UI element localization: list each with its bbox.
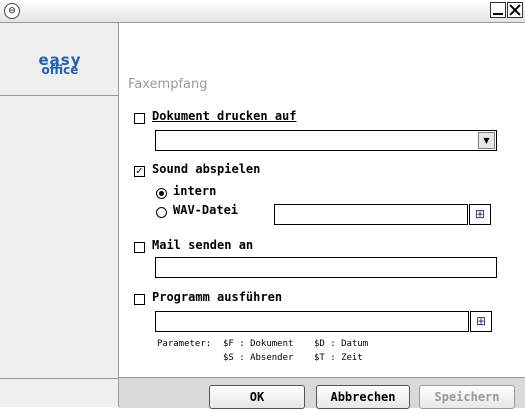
minimize-icon[interactable]	[490, 2, 506, 18]
radio-intern[interactable]	[156, 188, 167, 199]
cancel-button[interactable]: Abbrechen	[316, 385, 410, 409]
wav-file-input[interactable]	[274, 204, 468, 225]
sound-checkbox[interactable]: ✓	[134, 166, 145, 177]
browse-tree-icon: ⊞	[474, 207, 486, 221]
radio-wav[interactable]	[156, 207, 167, 218]
param-t: $T : Zeit	[314, 353, 363, 363]
sound-label: Sound abspielen	[152, 162, 261, 176]
save-button[interactable]: Speichern	[419, 385, 515, 409]
close-icon[interactable]	[507, 2, 523, 18]
program-label: Programm ausführen	[152, 290, 283, 304]
mail-checkbox[interactable]	[134, 242, 145, 253]
main-panel: Faxempfang Dokument drucken auf ▼ ✓ Soun…	[119, 23, 525, 407]
param-f: $F : Dokument	[223, 339, 294, 349]
ok-button[interactable]: OK	[209, 385, 305, 409]
easy-office-logo: easy office	[30, 53, 90, 77]
program-checkbox[interactable]	[134, 294, 145, 305]
mail-input[interactable]	[155, 257, 497, 278]
sidebar: easy office	[0, 23, 119, 407]
radio-intern-label: intern	[173, 184, 217, 198]
print-checkbox[interactable]	[134, 113, 145, 124]
print-label: Dokument drucken auf	[152, 109, 297, 123]
title-bar: ⊖	[0, 0, 525, 23]
params-label: Parameter:	[157, 339, 212, 349]
mail-label: Mail senden an	[152, 238, 254, 252]
param-s: $S : Absender	[223, 353, 294, 363]
param-d: $D : Datum	[314, 339, 369, 349]
section-title: Faxempfang	[128, 77, 208, 92]
wav-browse-button[interactable]: ⊞	[469, 204, 491, 225]
sidebar-divider-bottom	[0, 378, 118, 379]
browse-tree-icon: ⊞	[475, 314, 487, 328]
footer-bar: OK Abbrechen Speichern	[119, 377, 525, 409]
sidebar-divider	[0, 95, 118, 96]
program-input[interactable]	[155, 311, 469, 332]
program-browse-button[interactable]: ⊞	[470, 311, 492, 332]
app-menu-icon[interactable]: ⊖	[4, 3, 20, 19]
radio-wav-label: WAV-Datei	[173, 203, 239, 217]
chevron-down-icon[interactable]: ▼	[478, 132, 495, 149]
printer-select[interactable]: ▼	[155, 130, 497, 151]
